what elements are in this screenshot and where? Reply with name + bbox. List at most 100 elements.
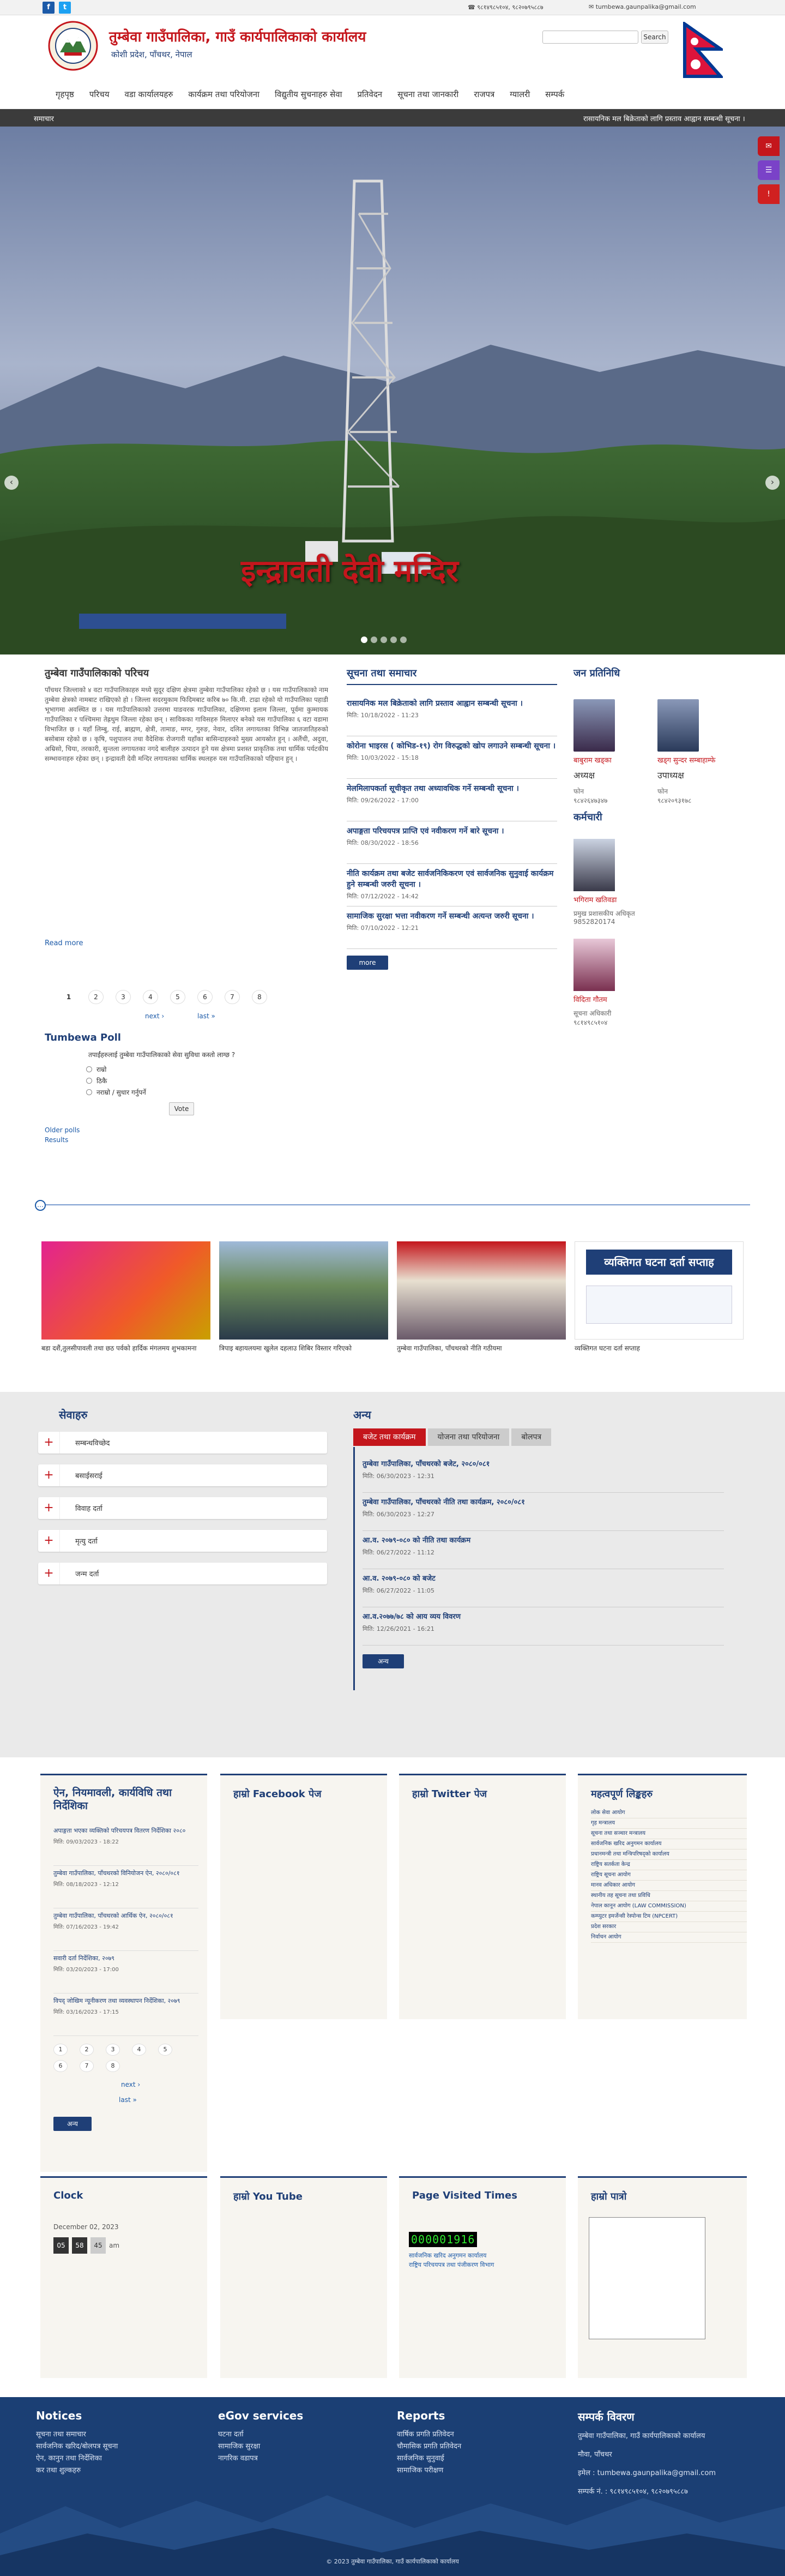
page-number[interactable]: 5 xyxy=(170,990,185,1004)
footer-link[interactable]: घटना दर्ता xyxy=(218,2429,303,2441)
visits-link-1[interactable]: सार्वजनिक खरिद अनुगमन कार्यालय xyxy=(399,2247,566,2260)
gallery-item[interactable]: त्रिपाइ बहायलयमा खुलेल दहलाउ शिबिर विस्त… xyxy=(219,1241,388,1353)
footer-link[interactable]: सार्वजनिक सुनुवाई xyxy=(397,2453,461,2465)
notice-item[interactable]: नीति कार्यक्रम तथा बजेट सार्वजनिकिकरण एव… xyxy=(347,864,557,906)
law-title[interactable]: विपद् जोखिम न्यूनीकरण तथा व्यवस्थापन निर… xyxy=(53,1997,198,2005)
hero-dot[interactable] xyxy=(361,637,367,643)
others-more-button[interactable]: अन्य xyxy=(363,1654,404,1668)
older-polls-link[interactable]: Older polls xyxy=(45,1126,328,1134)
service-item[interactable]: + बसाईसराई xyxy=(38,1464,327,1486)
important-link[interactable]: राष्ट्रिय सूचना आयोग xyxy=(591,1870,747,1881)
others-item-title[interactable]: आ.व. २०७९-०८० को बजेट xyxy=(363,1574,724,1584)
law-page-number[interactable]: 3 xyxy=(106,2044,120,2056)
law-page-number[interactable]: 7 xyxy=(80,2060,94,2072)
important-link[interactable]: सूचना तथा सञ्चार मन्त्रालय xyxy=(591,1829,747,1839)
hero-dot[interactable] xyxy=(390,637,397,643)
gallery-toggle-icon[interactable]: … xyxy=(35,1200,46,1211)
service-item[interactable]: + सम्बन्धविच्छेद xyxy=(38,1432,327,1454)
footer-link[interactable]: सामाजिक परीक्षण xyxy=(397,2465,461,2477)
important-link[interactable]: स्थानीय तह सूचना तथा प्रविधि xyxy=(591,1891,747,1901)
law-page-number[interactable]: 8 xyxy=(106,2060,120,2072)
plus-icon[interactable]: + xyxy=(38,1563,60,1584)
nav-item[interactable]: कार्यक्रम तथा परियोजना xyxy=(180,87,267,101)
footer-link[interactable]: चौमासिक प्रगति प्रतिवेदन xyxy=(397,2441,461,2453)
others-item[interactable]: तुम्बेवा गाउँपालिका, पाँचथरको बजेट, २०८०… xyxy=(363,1455,724,1493)
law-page-number[interactable]: 1 xyxy=(53,2044,68,2056)
laws-more-button[interactable]: अन्य xyxy=(53,2117,92,2131)
footer-link[interactable]: सूचना तथा समाचार xyxy=(36,2429,118,2441)
others-item[interactable]: आ.व. २०७९-०८० को नीति तथा कार्यक्रम मिति:… xyxy=(363,1531,724,1569)
law-title[interactable]: तुम्बेवा गाउँपालिका, पाँचथरको आर्थिक ऐन,… xyxy=(53,1912,198,1920)
radio-icon[interactable] xyxy=(86,1078,92,1084)
footer-link[interactable]: कर तथा शुल्कहरु xyxy=(36,2465,118,2477)
notice-item[interactable]: कोरोना भाइरस ( कोभिड-१९) रोग विरुद्धको ख… xyxy=(347,736,557,779)
notice-title[interactable]: मेलमिलापकर्ता सूचीकृत तथा अध्यावधिक गर्न… xyxy=(347,783,557,794)
page-number[interactable]: 1 xyxy=(61,990,76,1005)
others-item[interactable]: आ.व. २०७९-०८० को बजेट मिति: 06/27/2022 - … xyxy=(363,1569,724,1607)
patro-frame[interactable] xyxy=(589,2217,705,2339)
visits-link-2[interactable]: राष्ट्रिय परिचयपत्र तथा पंजीकरण विभाग xyxy=(399,2260,566,2269)
page-number[interactable]: 6 xyxy=(197,990,213,1004)
page-number[interactable]: 4 xyxy=(143,990,158,1004)
others-tab[interactable]: बजेट तथा कार्यक्रम xyxy=(353,1428,426,1446)
footer-link[interactable]: सामाजिक सुरक्षा xyxy=(218,2441,303,2453)
notice-title[interactable]: नीति कार्यक्रम तथा बजेट सार्वजनिकिकरण एव… xyxy=(347,868,557,890)
important-link[interactable]: कम्प्युटर इमर्जेन्सी रेस्पोन्स टिम (NPCE… xyxy=(591,1912,747,1922)
others-item-title[interactable]: तुम्बेवा गाउँपालिका, पाँचथरको नीति तथा क… xyxy=(363,1497,724,1508)
nav-item[interactable]: ग्यालरी xyxy=(502,87,538,101)
slider-prev-icon[interactable]: ‹ xyxy=(4,476,19,490)
law-page-number[interactable]: 5 xyxy=(158,2044,172,2056)
nav-item[interactable]: प्रतिवेदन xyxy=(350,87,390,101)
law-item[interactable]: अपाङ्गता भएका व्यक्तिको परिचयपत्र वितरण … xyxy=(53,1823,198,1866)
gallery-item[interactable]: बडा दशैं,तुलसीपावली तथा छठ पर्वको हार्दि… xyxy=(41,1241,210,1353)
search-button[interactable]: Search xyxy=(641,31,668,44)
service-item[interactable]: + जन्म दर्ता xyxy=(38,1563,327,1584)
law-title[interactable]: तुम्बेवा गाउँपालिका, पाँचथरको विनियोजन ऐ… xyxy=(53,1869,198,1878)
hero-dot[interactable] xyxy=(400,637,407,643)
others-tab[interactable]: बोलपत्र xyxy=(511,1428,552,1446)
nav-item[interactable]: सूचना तथा जानकारी xyxy=(390,87,466,101)
hero-dot[interactable] xyxy=(371,637,377,643)
radio-icon[interactable] xyxy=(86,1089,92,1095)
notice-item[interactable]: अपाङ्गता परिचयपत्र प्राप्ति एवं नवीकरण ग… xyxy=(347,821,557,864)
page-number[interactable]: 7 xyxy=(225,990,240,1004)
vote-button[interactable]: Vote xyxy=(169,1102,194,1115)
poll-option[interactable]: ठिकै xyxy=(86,1076,328,1085)
laws-last[interactable]: last » xyxy=(119,2096,198,2104)
notice-title[interactable]: रासायनिक मल बिक्रेताको लागि प्रस्ताव आह्… xyxy=(347,698,557,709)
notice-title[interactable]: अपाङ्गता परिचयपत्र प्राप्ति एवं नवीकरण ग… xyxy=(347,826,557,837)
ticker-text[interactable]: रासायनिक मल बिक्रेताको लागि प्रस्ताव आह्… xyxy=(583,113,745,123)
alert-icon[interactable]: ! xyxy=(758,184,780,204)
nav-item[interactable]: विद्युतीय सुचनाहरु सेवा xyxy=(267,87,350,101)
footer-link[interactable]: ऐन, कानुन तथा निर्देशिका xyxy=(36,2453,118,2465)
government-emblem-logo[interactable] xyxy=(48,21,98,71)
nav-item[interactable]: परिचय xyxy=(82,87,117,101)
important-link[interactable]: नेपाल कानून आयोग (LAW COMMISSION) xyxy=(591,1901,747,1912)
nav-item[interactable]: गृहपृष्ठ xyxy=(48,87,82,101)
notice-item[interactable]: सामाजिक सुरक्षा भत्ता नवीकरण गर्ने सम्बन… xyxy=(347,906,557,949)
laws-next[interactable]: next › xyxy=(121,2081,140,2088)
hero-dot[interactable] xyxy=(381,637,387,643)
gallery-item[interactable]: व्यक्तिगत घटना दर्ता सप्ताह व्यक्तिगत घट… xyxy=(575,1241,744,1353)
page-number[interactable]: 2 xyxy=(88,990,104,1004)
notice-item[interactable]: रासायनिक मल बिक्रेताको लागि प्रस्ताव आह्… xyxy=(347,694,557,736)
law-item[interactable]: तुम्बेवा गाउँपालिका, पाँचथरको विनियोजन ऐ… xyxy=(53,1866,198,1908)
poll-option[interactable]: नराम्रो / सुधार गर्नुपर्ने xyxy=(86,1088,328,1097)
plus-icon[interactable]: + xyxy=(38,1497,60,1519)
plus-icon[interactable]: + xyxy=(38,1432,60,1454)
others-tab[interactable]: योजना तथा परियोजना xyxy=(427,1428,510,1446)
notice-title[interactable]: सामाजिक सुरक्षा भत्ता नवीकरण गर्ने सम्बन… xyxy=(347,911,557,922)
twitter-icon[interactable]: t xyxy=(59,2,71,14)
service-item[interactable]: + विवाह दर्ता xyxy=(38,1497,327,1519)
gallery-item[interactable]: तुम्बेवा गाउँपालिका, पाँचथरको नीति गठीयम… xyxy=(397,1241,566,1353)
contact-email[interactable]: इमेल : tumbewa.gaunpalika@gmail.com xyxy=(578,2467,763,2479)
law-title[interactable]: अपाङ्गता भएका व्यक्तिको परिचयपत्र वितरण … xyxy=(53,1827,198,1835)
others-item-title[interactable]: आ.व. २०७९-०८० को नीति तथा कार्यक्रम xyxy=(363,1535,724,1546)
important-link[interactable]: निर्वाचन आयोग xyxy=(591,1932,747,1943)
important-link[interactable]: प्रधानमन्त्री तथा मन्त्रिपरिषद्को कार्या… xyxy=(591,1850,747,1860)
footer-link[interactable]: सार्वजनिक खरिद/बोलपत्र सूचना xyxy=(36,2441,118,2453)
plus-icon[interactable]: + xyxy=(38,1530,60,1552)
search-input[interactable] xyxy=(542,31,638,44)
slider-next-icon[interactable]: › xyxy=(765,476,780,490)
important-link[interactable]: प्रदेश सरकार xyxy=(591,1922,747,1932)
